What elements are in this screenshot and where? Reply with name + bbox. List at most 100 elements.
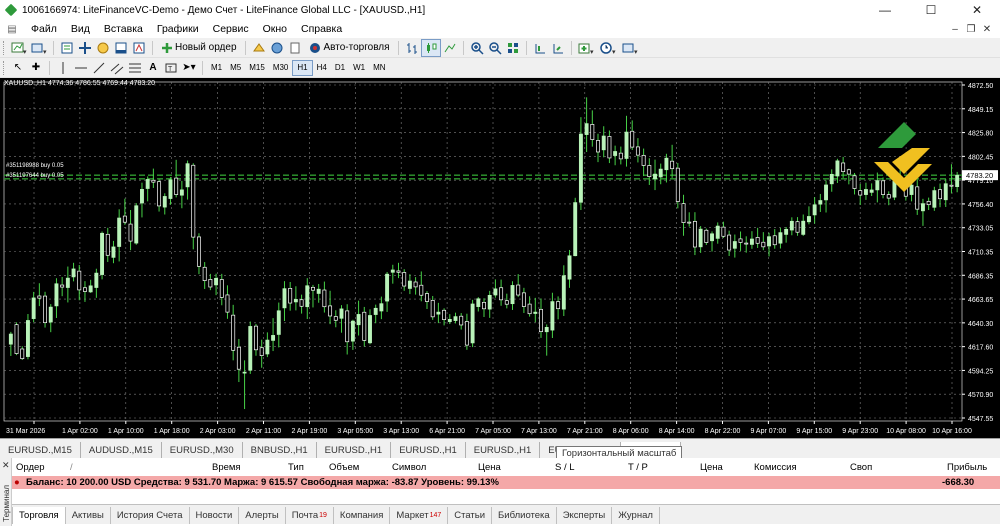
mdi-restore-button[interactable]: ❐ [964,22,978,36]
menu-window[interactable]: Окно [256,23,294,35]
tab-company[interactable]: Компания [334,507,391,524]
menu-insert[interactable]: Вставка [97,23,150,35]
column-volume[interactable]: Объем [329,462,359,473]
chart-tab[interactable]: EURUSD.,H1 [391,442,466,458]
toolbar-grip[interactable] [3,40,6,55]
chart-tab[interactable]: EURUSD.,M15 [0,442,81,458]
chart-shift-icon[interactable] [549,39,567,57]
bull-candle [407,280,412,289]
toolbar-grip[interactable] [3,60,6,75]
label-icon[interactable]: T [162,59,180,77]
column-type[interactable]: Тип [288,462,304,473]
zoom-in-icon[interactable] [468,39,486,57]
menu-file[interactable]: Файл [24,23,64,35]
vertical-line-icon[interactable] [54,59,72,77]
auto-scroll-icon[interactable] [531,39,549,57]
close-icon[interactable]: ✕ [2,460,10,471]
timeframe-m5[interactable]: M5 [226,60,245,76]
cursor-icon[interactable]: ↖ [9,59,27,77]
tab-exposure[interactable]: Активы [66,507,111,524]
templates-icon[interactable]: ▾ [620,39,642,57]
column-swap[interactable]: Своп [850,462,872,473]
timeframe-h1[interactable]: H1 [292,59,313,76]
column-commission[interactable]: Комиссия [754,462,797,473]
market-watch-icon[interactable] [58,39,76,57]
chart-tab[interactable]: BNBUSD.,H1 [243,442,317,458]
channel-icon[interactable] [108,59,126,77]
timeframe-m15[interactable]: M15 [245,60,269,76]
balance-row[interactable]: ● Баланс: 10 200.00 USD Средства: 9 531.… [12,476,1000,489]
price-chart[interactable]: 4872.50 4849.15 4825.80 4802.45 4779.10 4756.… [0,78,1000,438]
bear-candle [744,242,749,245]
column-sl[interactable]: S / L [555,462,575,473]
minimize-button[interactable]: — [862,0,908,20]
tester-icon[interactable] [130,39,148,57]
tab-mailbox[interactable]: Почта 19 [286,507,334,524]
menu-tools[interactable]: Сервис [206,23,256,35]
periods-icon[interactable]: ▾ [598,39,620,57]
zoom-out-icon[interactable] [486,39,504,57]
chart-tab[interactable]: EURUSD.,H1 [317,442,392,458]
column-time[interactable]: Время [212,462,241,473]
bar-chart-icon[interactable] [403,39,421,57]
data-window-icon[interactable] [76,39,94,57]
menu-help[interactable]: Справка [294,23,349,35]
line-chart-icon[interactable] [441,39,459,57]
tab-articles[interactable]: Статьи [448,507,493,524]
timeframe-m30[interactable]: M30 [269,60,293,76]
column-order[interactable]: Ордер [16,462,45,473]
maximize-button[interactable]: ☐ [908,0,954,20]
menu-view[interactable]: Вид [64,23,97,35]
chart-tab[interactable]: EURUSD.,H1 [466,442,541,458]
mdi-chart-icon[interactable]: ▤ [4,22,20,36]
strategy-icon[interactable] [250,39,268,57]
timeframe-h4[interactable]: H4 [313,60,331,76]
tab-news[interactable]: Новости [190,507,240,524]
bear-candle [202,266,207,281]
candlestick-chart-icon[interactable] [420,38,441,57]
tab-account-history[interactable]: История Счета [111,507,190,524]
timeframe-w1[interactable]: W1 [349,60,369,76]
column-price2[interactable]: Цена [700,462,723,473]
column-symbol[interactable]: Символ [392,462,426,473]
auto-trading-button[interactable]: Авто-торговля [304,39,394,57]
bull-candle [749,238,754,245]
horizontal-line-icon[interactable] [72,59,90,77]
tab-label: Маркет [396,510,429,521]
trendline-icon[interactable] [90,59,108,77]
timeframe-m1[interactable]: M1 [207,60,226,76]
mdi-close-button[interactable]: ✕ [980,22,994,36]
text-icon[interactable]: A [144,59,162,77]
tab-trade[interactable]: Торговля [12,507,66,524]
column-profit[interactable]: Прибыль [947,462,987,473]
mdi-minimize-button[interactable]: – [948,22,962,36]
tab-alerts[interactable]: Алерты [239,507,286,524]
tab-code-base[interactable]: Библиотека [492,507,557,524]
timeframe-d1[interactable]: D1 [331,60,349,76]
profiles-icon[interactable]: ▾ [29,39,49,57]
chart-tab[interactable]: AUDUSD.,M15 [81,442,162,458]
close-button[interactable]: ✕ [954,0,1000,20]
tab-journal[interactable]: Журнал [612,507,660,524]
crosshair-icon[interactable]: ✚ [27,59,45,77]
menu-charts[interactable]: Графики [150,23,206,35]
arrows-icon[interactable]: ➤▾ [180,59,198,77]
editor-icon[interactable] [286,39,304,57]
tab-market[interactable]: Маркет 147 [390,507,449,524]
new-chart-icon[interactable]: ▾ [9,39,29,57]
tile-windows-icon[interactable] [504,39,522,57]
column-tp[interactable]: T / P [628,462,648,473]
candlestick-chart-svg[interactable]: 4872.504849.154825.804802.454779.104756.… [0,78,1000,438]
column-price[interactable]: Цена [478,462,501,473]
timeframe-mn[interactable]: MN [369,60,389,76]
tab-experts[interactable]: Эксперты [557,507,613,524]
sort-icon[interactable]: / [70,462,73,473]
chart-tab[interactable]: EURUSD.,M30 [162,442,243,458]
navigator-icon[interactable] [94,39,112,57]
terminal-icon[interactable] [112,39,130,57]
bear-candle [841,162,846,172]
signals-icon[interactable] [268,39,286,57]
indicators-icon[interactable]: ▾ [576,39,598,57]
fibonacci-icon[interactable] [126,59,144,77]
new-order-button[interactable]: Новый ордер [157,39,241,57]
